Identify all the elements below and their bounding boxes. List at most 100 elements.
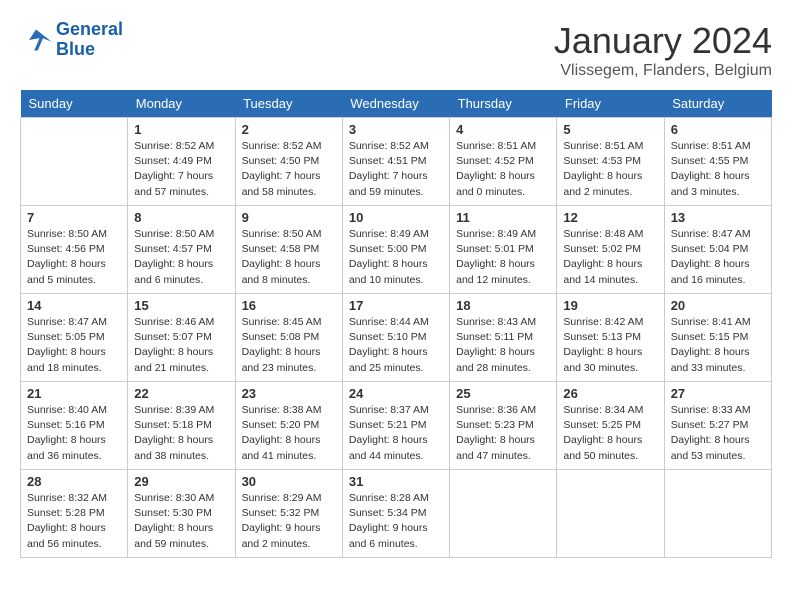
calendar-cell: 2 Sunrise: 8:52 AM Sunset: 4:50 PM Daylig… xyxy=(235,118,342,206)
day-number: 17 xyxy=(349,298,443,313)
day-number: 8 xyxy=(134,210,228,225)
day-info: Sunrise: 8:46 AM Sunset: 5:07 PM Dayligh… xyxy=(134,315,228,376)
day-info: Sunrise: 8:47 AM Sunset: 5:04 PM Dayligh… xyxy=(671,227,765,288)
calendar-cell: 1 Sunrise: 8:52 AM Sunset: 4:49 PM Daylig… xyxy=(128,118,235,206)
day-number: 22 xyxy=(134,386,228,401)
day-number: 4 xyxy=(456,122,550,137)
day-info: Sunrise: 8:34 AM Sunset: 5:25 PM Dayligh… xyxy=(563,403,657,464)
day-info: Sunrise: 8:45 AM Sunset: 5:08 PM Dayligh… xyxy=(242,315,336,376)
calendar-cell: 31 Sunrise: 8:28 AM Sunset: 5:34 PM Dayli… xyxy=(342,470,449,558)
title-section: January 2024 Vlissegem, Flanders, Belgiu… xyxy=(554,20,772,80)
day-info: Sunrise: 8:48 AM Sunset: 5:02 PM Dayligh… xyxy=(563,227,657,288)
calendar-cell: 28Sunrise: 8:32 AM Sunset: 5:28 PM Dayli… xyxy=(21,470,128,558)
calendar-cell: 13 Sunrise: 8:47 AM Sunset: 5:04 PM Dayli… xyxy=(664,206,771,294)
calendar-cell xyxy=(450,470,557,558)
day-info: Sunrise: 8:52 AM Sunset: 4:49 PM Dayligh… xyxy=(134,139,228,200)
calendar-cell: 16 Sunrise: 8:45 AM Sunset: 5:08 PM Dayli… xyxy=(235,294,342,382)
day-number: 3 xyxy=(349,122,443,137)
day-number: 21 xyxy=(27,386,121,401)
day-number: 14 xyxy=(27,298,121,313)
main-title: January 2024 xyxy=(554,20,772,62)
calendar-week-row: 28Sunrise: 8:32 AM Sunset: 5:28 PM Dayli… xyxy=(21,470,772,558)
day-info: Sunrise: 8:47 AM Sunset: 5:05 PM Dayligh… xyxy=(27,315,121,376)
calendar-cell: 29 Sunrise: 8:30 AM Sunset: 5:30 PM Dayli… xyxy=(128,470,235,558)
calendar-cell: 30Sunrise: 8:29 AM Sunset: 5:32 PM Dayli… xyxy=(235,470,342,558)
logo-text: General Blue xyxy=(56,20,123,60)
day-number: 1 xyxy=(134,122,228,137)
calendar-cell: 8 Sunrise: 8:50 AM Sunset: 4:57 PM Daylig… xyxy=(128,206,235,294)
day-number: 26 xyxy=(563,386,657,401)
day-info: Sunrise: 8:28 AM Sunset: 5:34 PM Dayligh… xyxy=(349,491,443,552)
day-info: Sunrise: 8:50 AM Sunset: 4:58 PM Dayligh… xyxy=(242,227,336,288)
day-info: Sunrise: 8:29 AM Sunset: 5:32 PM Dayligh… xyxy=(242,491,336,552)
day-info: Sunrise: 8:37 AM Sunset: 5:21 PM Dayligh… xyxy=(349,403,443,464)
weekday-header-monday: Monday xyxy=(128,90,235,118)
day-number: 16 xyxy=(242,298,336,313)
day-number: 13 xyxy=(671,210,765,225)
day-number: 6 xyxy=(671,122,765,137)
day-info: Sunrise: 8:42 AM Sunset: 5:13 PM Dayligh… xyxy=(563,315,657,376)
logo-line2: Blue xyxy=(56,39,95,59)
day-number: 15 xyxy=(134,298,228,313)
day-number: 12 xyxy=(563,210,657,225)
calendar-cell: 3 Sunrise: 8:52 AM Sunset: 4:51 PM Daylig… xyxy=(342,118,449,206)
day-number: 27 xyxy=(671,386,765,401)
calendar-cell: 6Sunrise: 8:51 AM Sunset: 4:55 PM Daylig… xyxy=(664,118,771,206)
calendar-cell: 11 Sunrise: 8:49 AM Sunset: 5:01 PM Dayli… xyxy=(450,206,557,294)
calendar-cell: 24 Sunrise: 8:37 AM Sunset: 5:21 PM Dayli… xyxy=(342,382,449,470)
day-info: Sunrise: 8:44 AM Sunset: 5:10 PM Dayligh… xyxy=(349,315,443,376)
day-info: Sunrise: 8:36 AM Sunset: 5:23 PM Dayligh… xyxy=(456,403,550,464)
day-info: Sunrise: 8:40 AM Sunset: 5:16 PM Dayligh… xyxy=(27,403,121,464)
calendar-week-row: 1 Sunrise: 8:52 AM Sunset: 4:49 PM Daylig… xyxy=(21,118,772,206)
calendar-cell: 12 Sunrise: 8:48 AM Sunset: 5:02 PM Dayli… xyxy=(557,206,664,294)
day-info: Sunrise: 8:51 AM Sunset: 4:53 PM Dayligh… xyxy=(563,139,657,200)
day-info: Sunrise: 8:49 AM Sunset: 5:00 PM Dayligh… xyxy=(349,227,443,288)
day-number: 29 xyxy=(134,474,228,489)
calendar-table: SundayMondayTuesdayWednesdayThursdayFrid… xyxy=(20,90,772,558)
calendar-cell: 27Sunrise: 8:33 AM Sunset: 5:27 PM Dayli… xyxy=(664,382,771,470)
day-number: 11 xyxy=(456,210,550,225)
day-info: Sunrise: 8:43 AM Sunset: 5:11 PM Dayligh… xyxy=(456,315,550,376)
day-info: Sunrise: 8:30 AM Sunset: 5:30 PM Dayligh… xyxy=(134,491,228,552)
calendar-cell: 19 Sunrise: 8:42 AM Sunset: 5:13 PM Dayli… xyxy=(557,294,664,382)
weekday-header-sunday: Sunday xyxy=(21,90,128,118)
day-number: 24 xyxy=(349,386,443,401)
day-number: 7 xyxy=(27,210,121,225)
day-info: Sunrise: 8:52 AM Sunset: 4:51 PM Dayligh… xyxy=(349,139,443,200)
day-info: Sunrise: 8:49 AM Sunset: 5:01 PM Dayligh… xyxy=(456,227,550,288)
day-number: 2 xyxy=(242,122,336,137)
day-number: 18 xyxy=(456,298,550,313)
day-info: Sunrise: 8:52 AM Sunset: 4:50 PM Dayligh… xyxy=(242,139,336,200)
day-number: 19 xyxy=(563,298,657,313)
day-number: 31 xyxy=(349,474,443,489)
calendar-cell: 5 Sunrise: 8:51 AM Sunset: 4:53 PM Daylig… xyxy=(557,118,664,206)
calendar-cell: 18 Sunrise: 8:43 AM Sunset: 5:11 PM Dayli… xyxy=(450,294,557,382)
calendar-cell: 17 Sunrise: 8:44 AM Sunset: 5:10 PM Dayli… xyxy=(342,294,449,382)
day-number: 5 xyxy=(563,122,657,137)
calendar-cell: 25 Sunrise: 8:36 AM Sunset: 5:23 PM Dayli… xyxy=(450,382,557,470)
subtitle: Vlissegem, Flanders, Belgium xyxy=(554,62,772,80)
calendar-cell xyxy=(21,118,128,206)
weekday-header-row: SundayMondayTuesdayWednesdayThursdayFrid… xyxy=(21,90,772,118)
calendar-week-row: 7 Sunrise: 8:50 AM Sunset: 4:56 PM Daylig… xyxy=(21,206,772,294)
day-number: 10 xyxy=(349,210,443,225)
calendar-cell: 20Sunrise: 8:41 AM Sunset: 5:15 PM Dayli… xyxy=(664,294,771,382)
calendar-cell: 26 Sunrise: 8:34 AM Sunset: 5:25 PM Dayli… xyxy=(557,382,664,470)
day-info: Sunrise: 8:50 AM Sunset: 4:56 PM Dayligh… xyxy=(27,227,121,288)
calendar-cell: 14 Sunrise: 8:47 AM Sunset: 5:05 PM Dayli… xyxy=(21,294,128,382)
calendar-cell xyxy=(557,470,664,558)
calendar-cell: 10 Sunrise: 8:49 AM Sunset: 5:00 PM Dayli… xyxy=(342,206,449,294)
calendar-week-row: 14 Sunrise: 8:47 AM Sunset: 5:05 PM Dayli… xyxy=(21,294,772,382)
logo-icon xyxy=(20,26,52,54)
day-info: Sunrise: 8:51 AM Sunset: 4:52 PM Dayligh… xyxy=(456,139,550,200)
day-info: Sunrise: 8:50 AM Sunset: 4:57 PM Dayligh… xyxy=(134,227,228,288)
day-number: 20 xyxy=(671,298,765,313)
day-number: 25 xyxy=(456,386,550,401)
day-info: Sunrise: 8:38 AM Sunset: 5:20 PM Dayligh… xyxy=(242,403,336,464)
calendar-cell: 9Sunrise: 8:50 AM Sunset: 4:58 PM Daylig… xyxy=(235,206,342,294)
calendar-cell: 23Sunrise: 8:38 AM Sunset: 5:20 PM Dayli… xyxy=(235,382,342,470)
calendar-cell: 7 Sunrise: 8:50 AM Sunset: 4:56 PM Daylig… xyxy=(21,206,128,294)
calendar-cell: 21 Sunrise: 8:40 AM Sunset: 5:16 PM Dayli… xyxy=(21,382,128,470)
day-number: 28 xyxy=(27,474,121,489)
calendar-cell: 4 Sunrise: 8:51 AM Sunset: 4:52 PM Daylig… xyxy=(450,118,557,206)
